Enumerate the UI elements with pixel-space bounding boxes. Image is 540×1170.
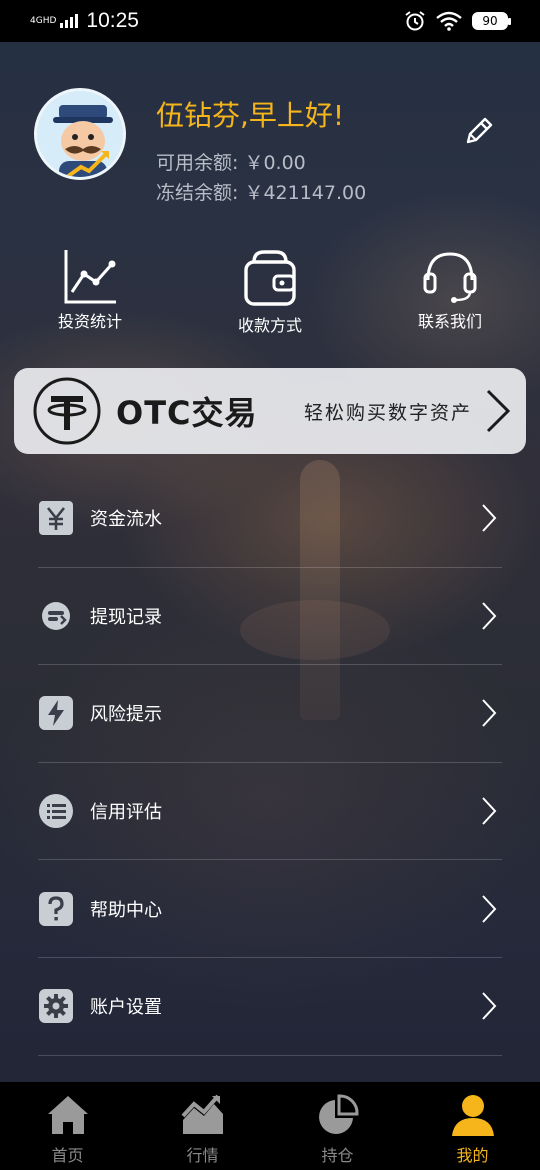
gear-icon <box>38 988 74 1024</box>
action-contact-us[interactable]: 联系我们 <box>380 248 520 332</box>
menu-item-label: 资金流水 <box>90 509 162 531</box>
menu-item-account-settings[interactable]: 账户设置 <box>38 958 502 1056</box>
available-balance: 可用余额: ￥0.00 <box>156 152 306 174</box>
status-bar: 4GHD 10:25 90 <box>0 0 540 42</box>
bottom-tab-bar: 首页 行情 持仓 我的 <box>0 1082 540 1170</box>
chevron-right-icon <box>486 389 511 433</box>
tab-label: 持仓 <box>321 1146 354 1165</box>
home-icon <box>47 1096 88 1134</box>
profile-header: 伍钻芬,早上好! 可用余额: ￥0.00 冻结余额: ￥421147.00 <box>0 42 540 232</box>
alarm-icon <box>405 11 425 31</box>
tab-label: 行情 <box>186 1146 219 1165</box>
otc-trade-banner[interactable]: OTC交易 轻松购买数字资产 <box>14 368 526 454</box>
network-type: 4GHD <box>30 15 57 26</box>
withdraw-icon <box>38 598 74 634</box>
menu-item-label: 账户设置 <box>90 997 162 1019</box>
signal-icon <box>60 14 79 28</box>
wallet-icon <box>244 250 296 306</box>
tab-label: 我的 <box>456 1146 489 1165</box>
tab-positions[interactable]: 持仓 <box>270 1082 405 1170</box>
menu-item-withdraw-records[interactable]: 提现记录 <box>38 568 502 666</box>
action-investment-stats[interactable]: 投资统计 <box>20 248 160 332</box>
menu-item-label: 提现记录 <box>90 606 162 628</box>
chevron-right-icon <box>482 504 497 532</box>
person-icon <box>451 1095 494 1136</box>
clock-time: 10:25 <box>86 9 139 32</box>
avatar-character-icon <box>37 91 123 177</box>
pie-chart-icon <box>318 1094 359 1134</box>
tab-home[interactable]: 首页 <box>0 1082 135 1170</box>
action-label: 联系我们 <box>417 312 482 331</box>
lightning-icon <box>38 695 74 731</box>
otc-subtitle: 轻松购买数字资产 <box>303 401 472 424</box>
chevron-right-icon <box>482 992 497 1020</box>
question-icon <box>38 891 74 927</box>
menu-item-label: 信用评估 <box>90 802 162 824</box>
tab-market[interactable]: 行情 <box>135 1082 270 1170</box>
tether-icon <box>33 377 101 445</box>
list-icon <box>38 793 74 829</box>
menu-item-fund-flow[interactable]: 资金流水 <box>38 470 502 568</box>
line-chart-icon <box>64 250 116 304</box>
market-chart-icon <box>181 1094 223 1134</box>
menu-list: 资金流水 提现记录 风险提示 信用评估 帮助中心 账户设置 <box>38 470 502 1056</box>
action-label: 收款方式 <box>237 316 302 335</box>
chevron-right-icon <box>482 797 497 825</box>
chevron-right-icon <box>482 602 497 630</box>
menu-item-label: 风险提示 <box>90 704 162 726</box>
action-payment-methods[interactable]: 收款方式 <box>200 248 340 336</box>
headset-icon <box>423 252 477 303</box>
battery-icon: 90 <box>472 12 511 30</box>
edit-pencil-icon[interactable] <box>462 114 496 148</box>
tab-mine[interactable]: 我的 <box>405 1082 540 1170</box>
action-label: 投资统计 <box>57 312 122 331</box>
menu-item-credit-assessment[interactable]: 信用评估 <box>38 763 502 861</box>
avatar[interactable] <box>34 88 126 180</box>
quick-actions: 投资统计 收款方式 联系我们 <box>0 248 540 338</box>
tab-label: 首页 <box>51 1146 84 1165</box>
menu-item-help-center[interactable]: 帮助中心 <box>38 860 502 958</box>
wifi-icon <box>436 11 462 31</box>
chevron-right-icon <box>482 699 497 728</box>
menu-item-risk-warning[interactable]: 风险提示 <box>38 665 502 763</box>
yuan-icon <box>38 500 74 536</box>
greeting-text: 伍钻芬,早上好! <box>156 99 345 132</box>
otc-title: OTC交易 <box>116 394 258 432</box>
menu-item-label: 帮助中心 <box>90 899 162 921</box>
frozen-balance: 冻结余额: ￥421147.00 <box>156 182 367 204</box>
chevron-right-icon <box>482 894 497 923</box>
